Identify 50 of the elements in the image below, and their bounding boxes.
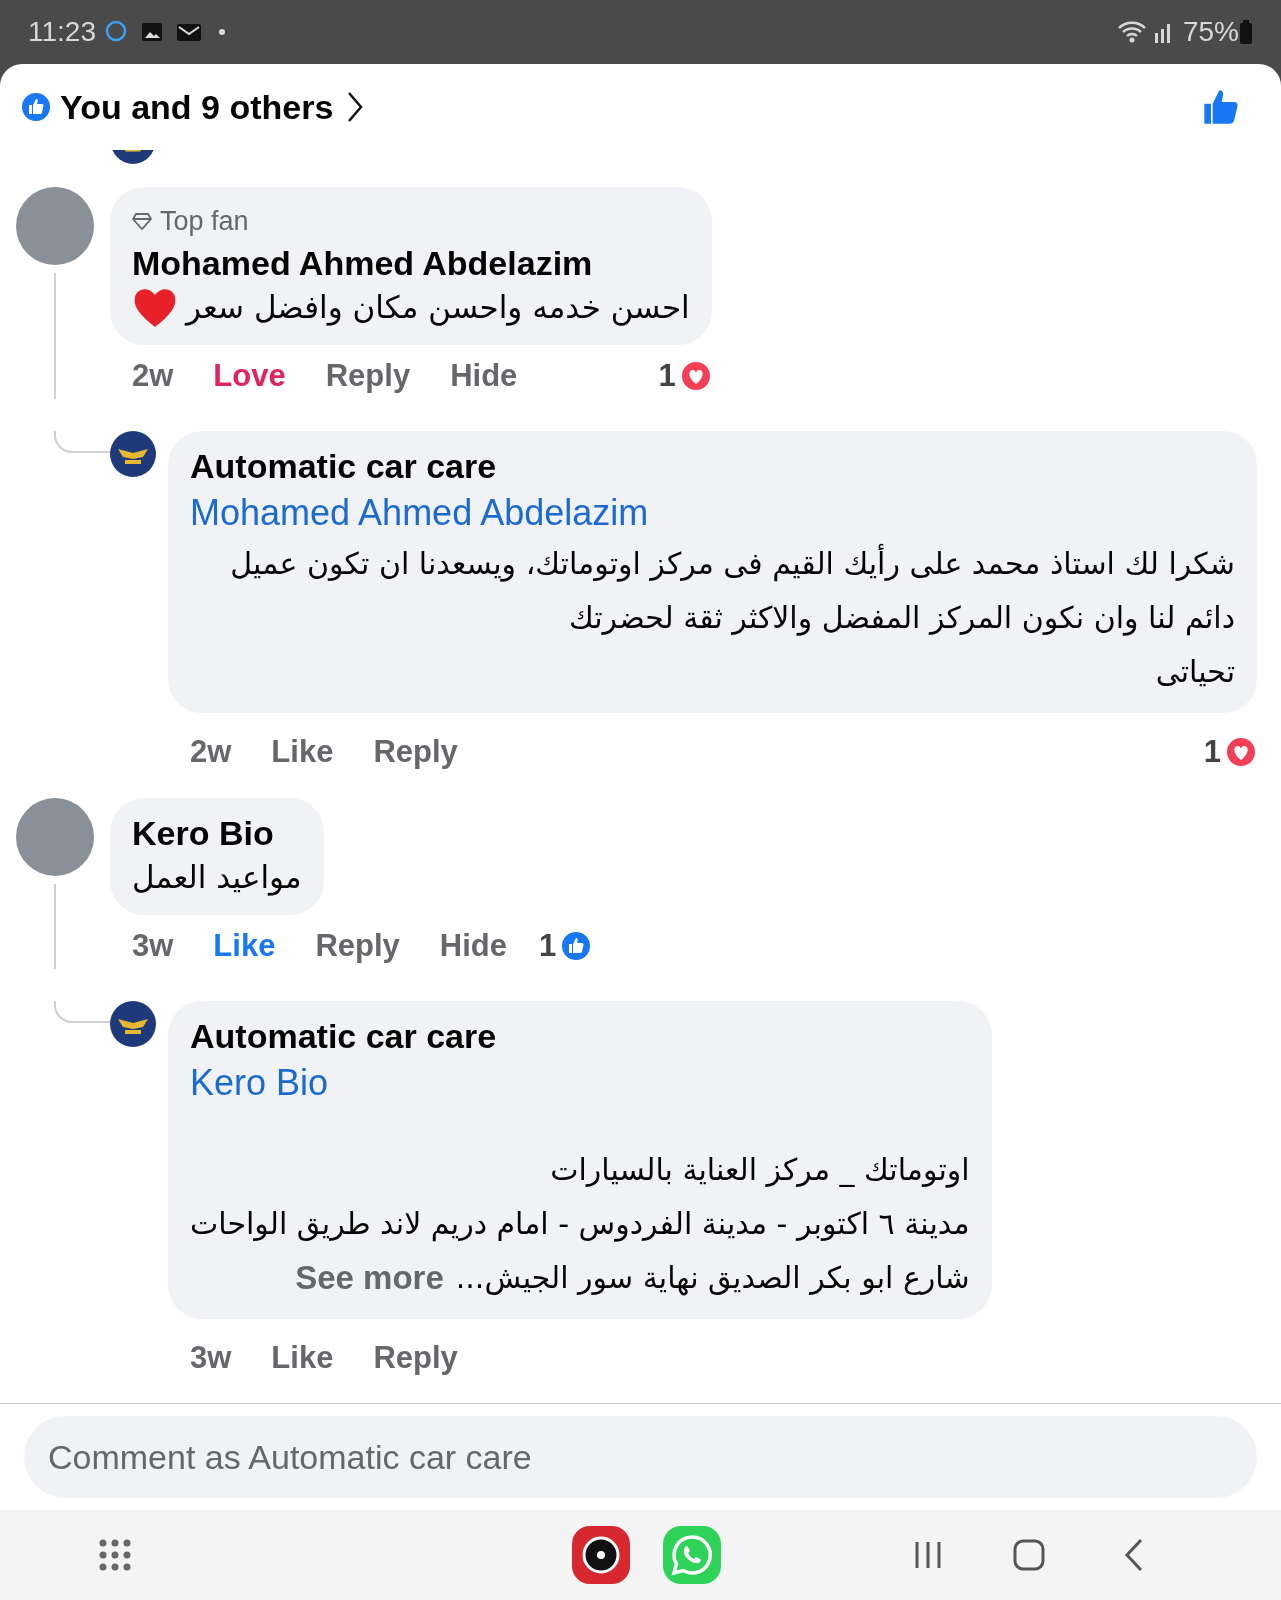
reply-author[interactable]: Automatic car care [190, 445, 1235, 488]
dot-icon [218, 28, 226, 36]
reactions-summary-link[interactable]: You and 9 others [60, 81, 334, 133]
timestamp: 2w [132, 356, 174, 395]
reply-author[interactable]: Automatic car care [190, 1015, 970, 1058]
top-fan-label: Top fan [160, 205, 249, 238]
app-grid-icon[interactable] [98, 1538, 132, 1572]
comment-input[interactable]: Comment as Automatic car care [24, 1416, 1257, 1498]
react-button[interactable]: Like [271, 1335, 334, 1382]
camera-app-icon[interactable] [572, 1526, 630, 1584]
home-icon[interactable] [1013, 1539, 1045, 1571]
timestamp: 3w [132, 926, 174, 965]
mention-link[interactable]: Mohamed Ahmed Abdelazim [190, 491, 649, 533]
action-link[interactable]: Hide [450, 352, 518, 399]
reply-text: شكرا لك استاذ محمد على رأيك القيم فى مركز اوتوماتك، ويسعدنا ان تكون عميل دائم لنا وان نكون المركز المفضل والاكثر ثقة لحضرتك [190, 537, 1235, 645]
see-more-link[interactable]: See more [295, 1251, 444, 1305]
status-time: 11:23 [28, 15, 96, 49]
comment-text: احسن خدمه واحسن مكان وافضل سعر [186, 288, 690, 328]
wifi-icon [1116, 19, 1147, 45]
action-link[interactable]: Reply [373, 1335, 458, 1382]
comment-author[interactable]: Kero Bio [132, 811, 302, 854]
timestamp: 3w [190, 1339, 232, 1377]
timestamp: 2w [190, 733, 232, 771]
react-button[interactable]: Like [271, 729, 334, 776]
like-button-icon[interactable] [1201, 87, 1241, 127]
like-reaction-icon [20, 91, 52, 123]
battery-icon [1239, 19, 1253, 45]
comment-author[interactable]: Mohamed Ahmed Abdelazim [132, 241, 690, 284]
action-link[interactable]: Reply [325, 352, 411, 399]
diamond-icon [132, 212, 152, 231]
react-button[interactable]: Like [213, 922, 276, 969]
reaction-count: 1 [539, 926, 557, 965]
action-link[interactable]: Hide [439, 922, 507, 969]
reply-text: اوتوماتك _ مركز العناية بالسيارات [550, 1151, 970, 1190]
reply-text: تحياتى [1155, 653, 1235, 691]
react-button[interactable]: Love [213, 352, 286, 399]
comment-text: مواعيد العمل [132, 858, 302, 898]
logo-avatar[interactable] [110, 431, 156, 477]
action-link[interactable]: Reply [373, 729, 458, 776]
logo-avatar[interactable] [110, 1001, 156, 1047]
reply-text: مدينة ٦ اكتوبر - مدينة الفردوس - امام دريم لاند طريق الواحات [190, 1205, 970, 1244]
reply-text: شارع ابو بكر الصديق نهاية سور الجيش... [455, 1259, 970, 1298]
reaction-count: 1 [1203, 733, 1221, 771]
action-link[interactable]: Reply [315, 922, 400, 969]
recent-apps-icon[interactable] [913, 1540, 943, 1570]
battery-percent: 75% [1182, 15, 1239, 49]
image-icon [140, 20, 164, 44]
back-icon[interactable] [1123, 1538, 1145, 1572]
mention-link[interactable]: Kero Bio [190, 1061, 329, 1103]
reaction-count: 1 [658, 356, 676, 395]
